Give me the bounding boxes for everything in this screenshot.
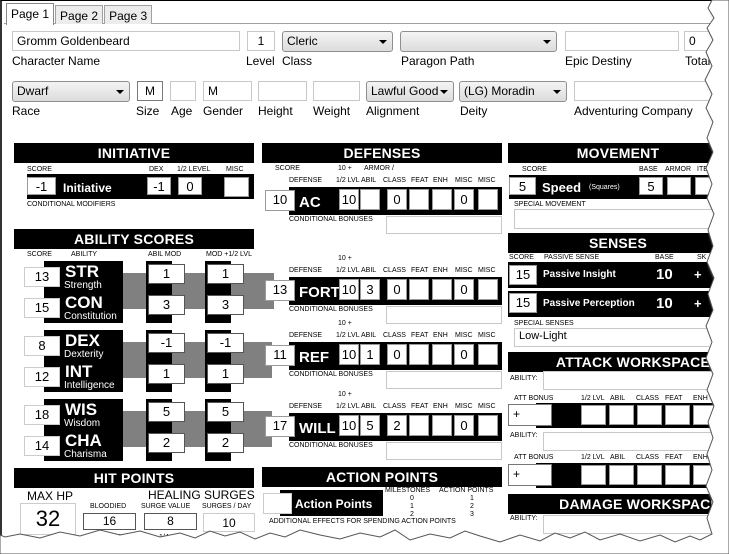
torn-edge	[0, 0, 729, 554]
torn-edge-decoration	[0, 0, 729, 554]
torn-shadow	[3, 4, 729, 554]
